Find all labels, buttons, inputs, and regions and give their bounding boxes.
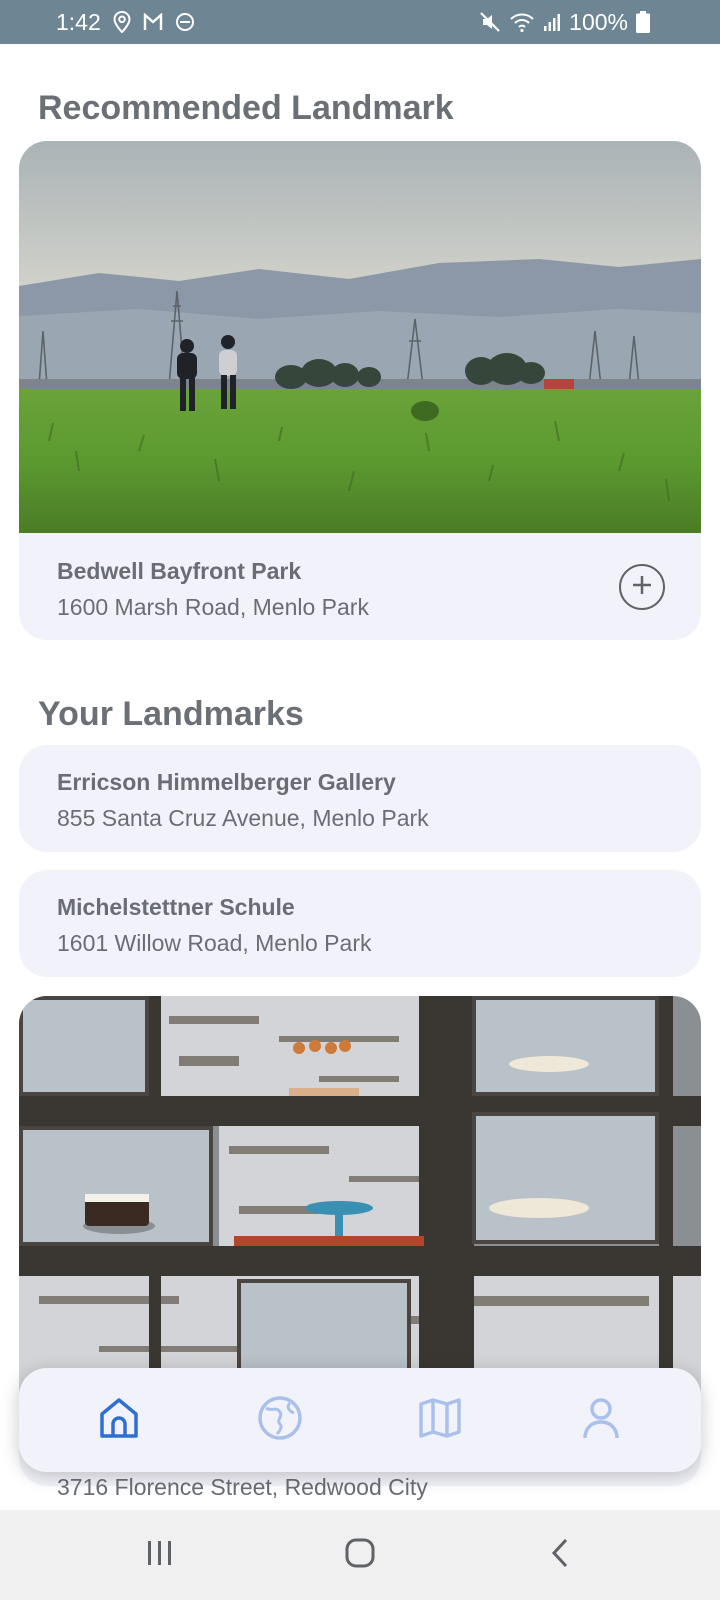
tab-map[interactable] bbox=[400, 1380, 480, 1460]
profile-icon bbox=[577, 1394, 625, 1447]
tab-profile[interactable] bbox=[561, 1380, 641, 1460]
location-icon bbox=[113, 11, 131, 33]
gmail-icon bbox=[143, 13, 163, 31]
do-not-disturb-icon bbox=[175, 12, 195, 32]
landmark-name: Michelstettner Schule bbox=[57, 894, 295, 920]
tab-explore[interactable] bbox=[240, 1380, 320, 1460]
home-icon bbox=[95, 1394, 143, 1447]
map-icon bbox=[416, 1394, 464, 1447]
status-left: 1:42 bbox=[56, 9, 195, 36]
bakery-photo bbox=[19, 996, 701, 1398]
recommended-title: Recommended Landmark bbox=[38, 89, 454, 127]
landmark-info: Michelstettner Schule 1601 Willow Road, … bbox=[57, 892, 371, 958]
landmark-card[interactable]: Michelstettner Schule 1601 Willow Road, … bbox=[19, 870, 701, 977]
plus-icon bbox=[630, 573, 654, 602]
mute-icon bbox=[479, 11, 501, 33]
add-landmark-button[interactable] bbox=[619, 564, 665, 610]
back-icon bbox=[548, 1537, 572, 1574]
landmark-info: Erricson Himmelberger Gallery 855 Santa … bbox=[57, 767, 429, 833]
landmark-card[interactable]: Erricson Himmelberger Gallery 855 Santa … bbox=[19, 745, 701, 852]
home-button[interactable] bbox=[320, 1525, 400, 1585]
status-time: 1:42 bbox=[56, 8, 101, 35]
status-bar: 1:42 100% bbox=[0, 0, 720, 44]
battery-icon bbox=[636, 11, 650, 33]
signal-icon bbox=[543, 12, 561, 32]
system-nav-bar bbox=[0, 1510, 720, 1600]
recommended-card[interactable]: Bedwell Bayfront Park 1600 Marsh Road, M… bbox=[19, 141, 701, 640]
wifi-icon bbox=[509, 11, 535, 33]
home-circle-icon bbox=[344, 1537, 376, 1574]
recents-icon bbox=[145, 1538, 175, 1573]
your-landmarks-title: Your Landmarks bbox=[38, 695, 304, 733]
bottom-tab-bar bbox=[19, 1368, 701, 1472]
status-right: 100% bbox=[479, 9, 650, 36]
landmark-name: Erricson Himmelberger Gallery bbox=[57, 769, 396, 795]
landmark-address: 1600 Marsh Road, Menlo Park bbox=[57, 594, 369, 620]
landmark-address: 855 Santa Cruz Avenue, Menlo Park bbox=[57, 805, 429, 831]
globe-icon bbox=[256, 1394, 304, 1447]
recommended-info: Bedwell Bayfront Park 1600 Marsh Road, M… bbox=[57, 556, 369, 622]
recents-button[interactable] bbox=[120, 1525, 200, 1585]
landmark-address: 1601 Willow Road, Menlo Park bbox=[57, 930, 372, 956]
battery-percent: 100% bbox=[569, 8, 628, 35]
landmark-address: 3716 Florence Street, Redwood City bbox=[57, 1474, 428, 1500]
landmark-name: Bedwell Bayfront Park bbox=[57, 558, 302, 584]
park-photo bbox=[19, 141, 701, 533]
back-button[interactable] bbox=[520, 1525, 600, 1585]
tab-home[interactable] bbox=[79, 1380, 159, 1460]
